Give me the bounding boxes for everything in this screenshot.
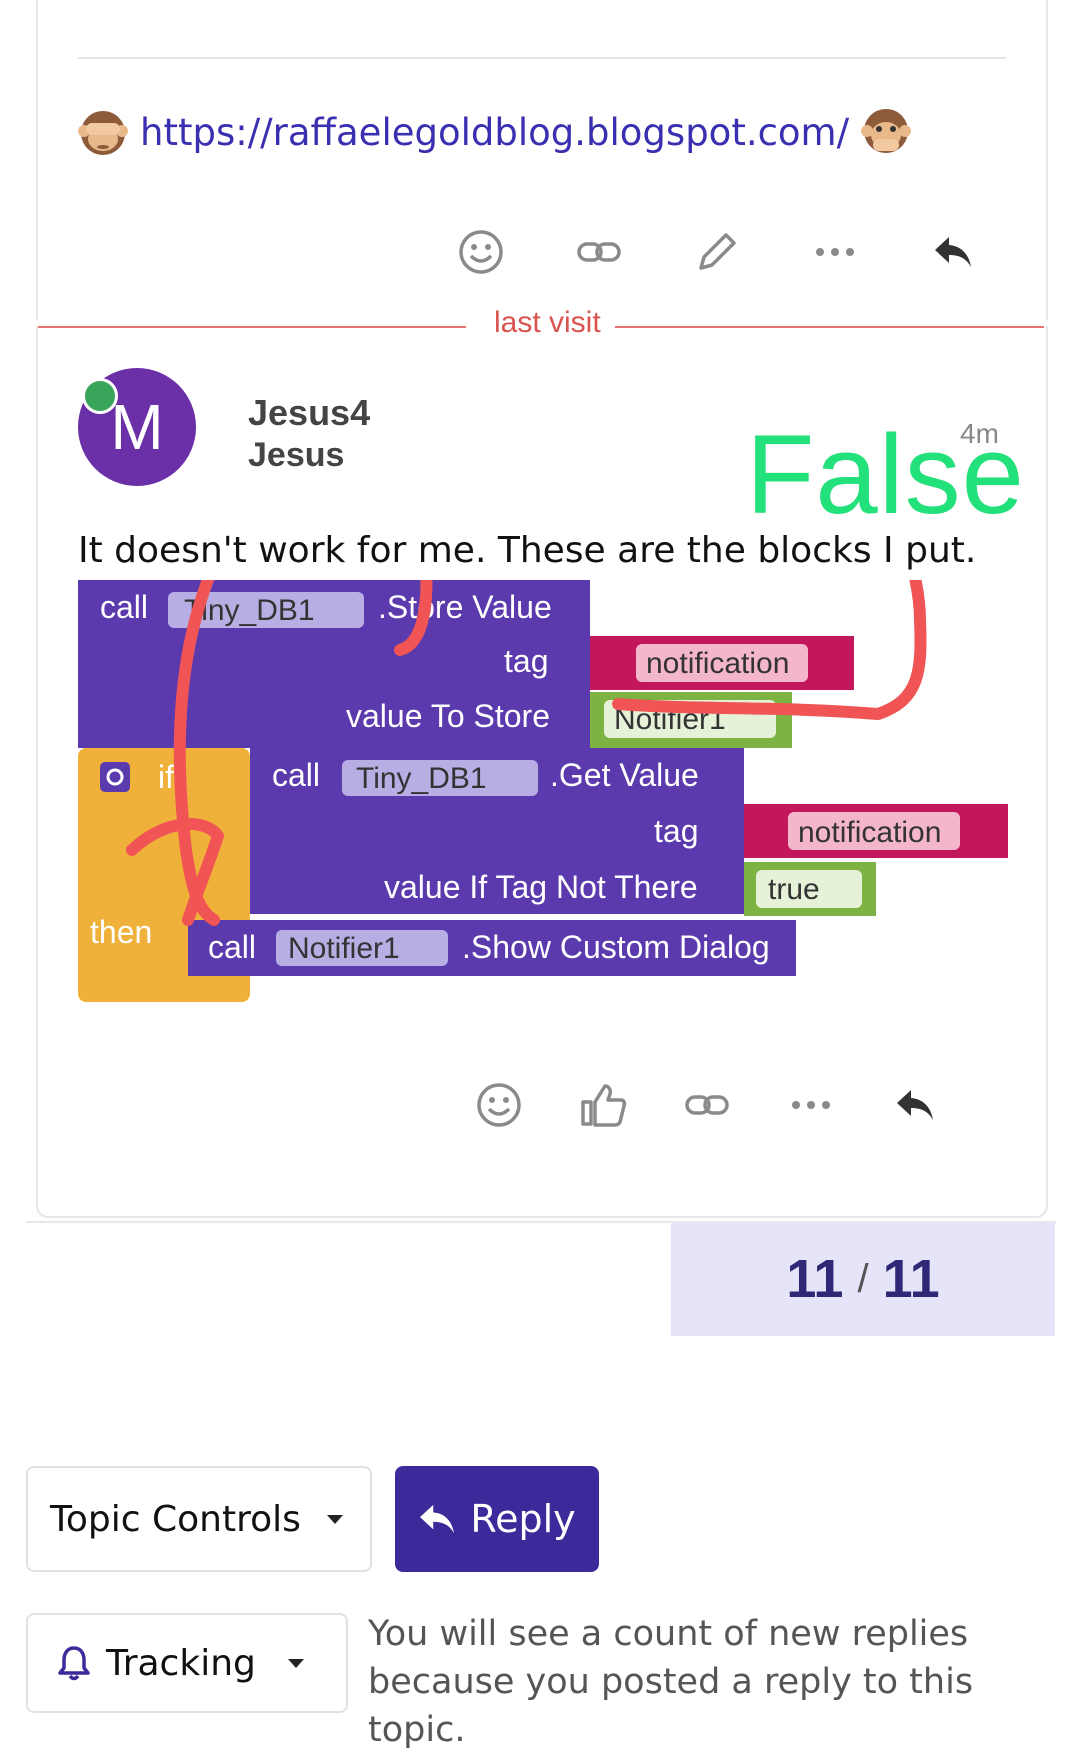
topic-progress[interactable]: 11 / 11 — [671, 1222, 1055, 1336]
get-tag-text: notification — [798, 816, 941, 849]
like-icon[interactable] — [575, 1077, 631, 1133]
progress-total: 11 — [882, 1249, 940, 1309]
reply-button[interactable]: Reply — [395, 1466, 599, 1572]
pencil-icon[interactable] — [689, 224, 745, 280]
get-call-label: call — [272, 757, 320, 793]
true-text: true — [768, 873, 820, 906]
get-method-label: .Get Value — [550, 757, 699, 793]
post-body-text: It doesn't work for me. These are the bl… — [78, 530, 977, 571]
speak-no-evil-monkey-icon — [861, 109, 912, 153]
post-divider — [78, 57, 1006, 59]
topic-controls-button[interactable]: Topic Controls — [26, 1466, 372, 1572]
annotation-false-label: False — [746, 412, 1025, 537]
progress-current: 11 — [786, 1249, 844, 1309]
get-default-label: value If Tag Not There — [384, 869, 698, 905]
reply-icon — [420, 1504, 455, 1534]
post-actions — [471, 1077, 943, 1133]
tracking-description: You will see a count of new replies beca… — [368, 1614, 974, 1750]
username[interactable]: Jesus4 — [248, 392, 370, 434]
store-value-label: value To Store — [346, 698, 550, 734]
see-no-evil-monkey-icon — [78, 111, 128, 155]
topic-controls-label: Topic Controls — [50, 1498, 301, 1540]
if-label: if — [158, 759, 174, 795]
gear-icon — [100, 762, 130, 792]
blocks-image: call Tiny_DB1 .Store Value tag value To … — [78, 580, 1008, 1002]
caret-down-icon — [326, 1514, 343, 1524]
store-tag-label: tag — [504, 643, 548, 679]
reply-icon[interactable] — [925, 224, 981, 280]
progress-separator: / — [857, 1256, 869, 1301]
store-method-label: .Store Value — [378, 589, 552, 625]
bell-icon — [58, 1646, 90, 1681]
get-component-text: Tiny_DB1 — [356, 762, 487, 795]
more-icon[interactable] — [807, 224, 863, 280]
store-tag-text: notification — [646, 647, 789, 680]
tracking-button[interactable]: Tracking — [26, 1613, 348, 1713]
reply-icon[interactable] — [887, 1077, 943, 1133]
more-icon[interactable] — [783, 1077, 839, 1133]
smile-icon[interactable] — [471, 1077, 527, 1133]
dialog-call-label: call — [208, 929, 256, 965]
then-label: then — [90, 914, 152, 950]
previous-post-link-row: https://raffaelegoldblog.blogspot.com/ — [76, 104, 913, 160]
store-call-label: call — [100, 589, 148, 625]
dialog-component-text: Notifier1 — [288, 932, 400, 965]
caret-down-icon — [287, 1658, 304, 1668]
previous-post-actions — [453, 224, 981, 280]
online-status-dot — [82, 378, 118, 414]
tracking-label: Tracking — [106, 1642, 256, 1684]
link-icon[interactable] — [571, 224, 627, 280]
user-fullname: Jesus — [248, 436, 345, 474]
dialog-method-label: .Show Custom Dialog — [462, 929, 770, 965]
get-tag-label: tag — [654, 813, 698, 849]
link-icon[interactable] — [679, 1077, 735, 1133]
reply-button-label: Reply — [470, 1497, 576, 1541]
blog-link[interactable]: https://raffaelegoldblog.blogspot.com/ — [140, 111, 849, 154]
smile-icon[interactable] — [453, 224, 509, 280]
